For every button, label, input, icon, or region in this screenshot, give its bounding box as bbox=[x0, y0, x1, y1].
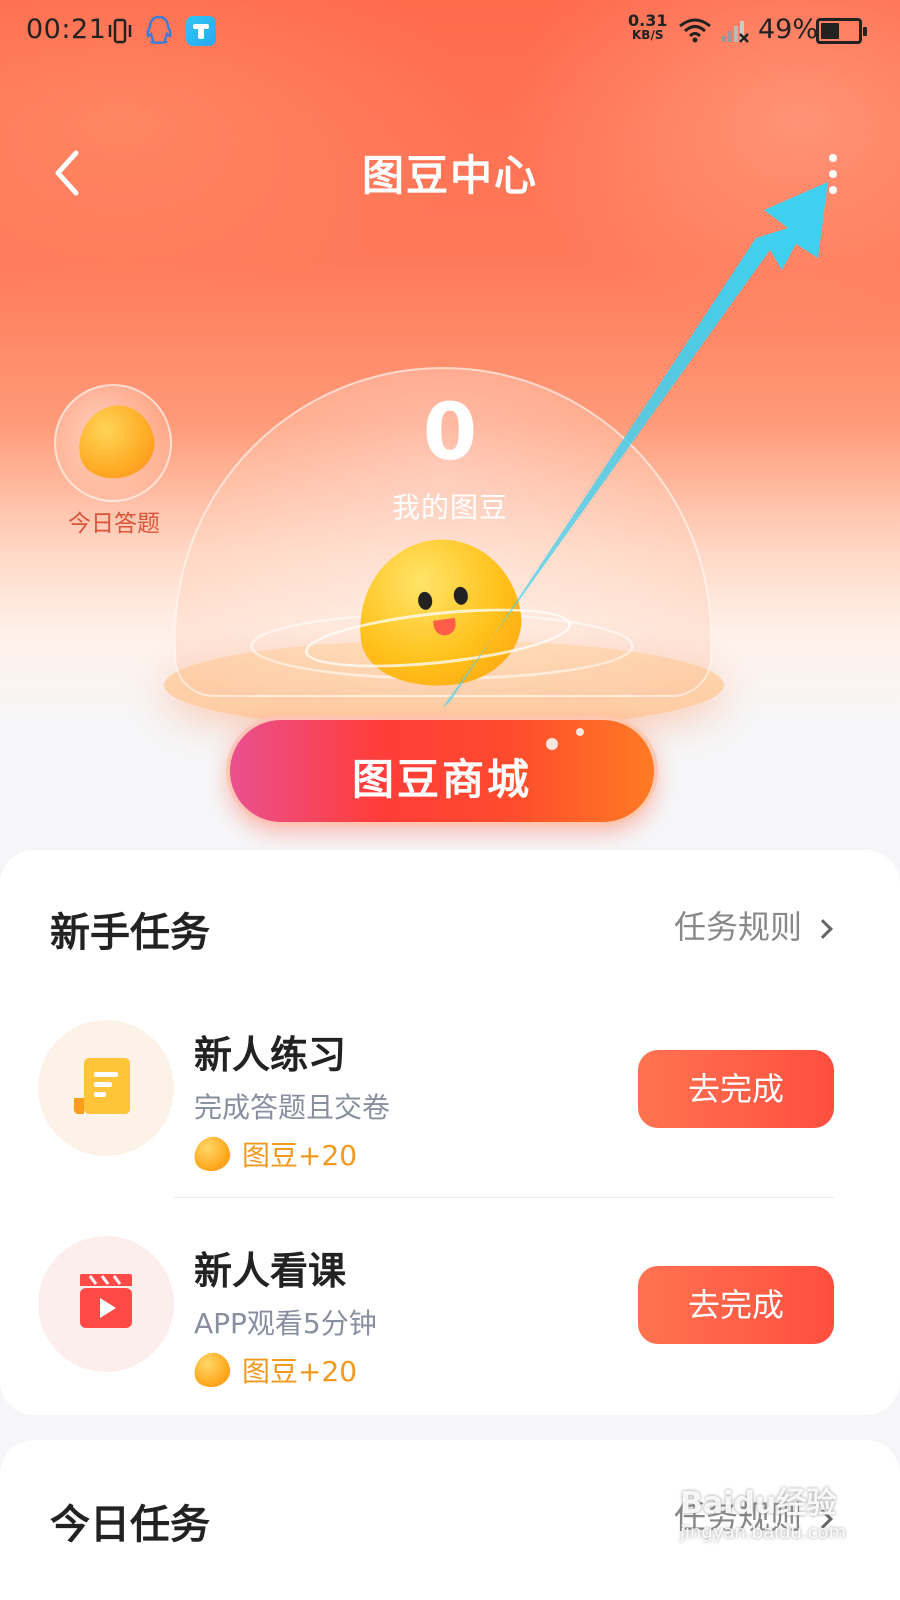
go-complete-button[interactable]: 去完成 bbox=[638, 1050, 834, 1128]
watermark-url: jingyan.baidu.com bbox=[680, 1522, 847, 1543]
go-complete-button[interactable]: 去完成 bbox=[638, 1266, 834, 1344]
network-speed-value: 0.31 bbox=[628, 11, 668, 30]
mascot-eye bbox=[452, 585, 470, 606]
task-divider bbox=[174, 1197, 834, 1198]
bean-count: 0 bbox=[422, 388, 478, 478]
task-reward: 图豆+20 bbox=[191, 1350, 358, 1390]
task-reward-label: 图豆+20 bbox=[242, 1355, 358, 1388]
wifi-icon bbox=[679, 18, 711, 43]
task-icon-container bbox=[38, 1020, 174, 1156]
task-name: 新人看课 bbox=[194, 1249, 347, 1293]
battery-level-fill bbox=[821, 23, 839, 39]
bean-icon bbox=[191, 1134, 233, 1174]
status-bar: 00:21 0.31 KB/S 49% bbox=[0, 0, 900, 64]
network-speed-unit: KB/S bbox=[632, 28, 664, 42]
more-dot-icon bbox=[829, 186, 837, 194]
more-menu-button[interactable] bbox=[818, 150, 848, 198]
daily-tasks-title: 今日任务 bbox=[50, 1502, 210, 1548]
video-clapper-icon bbox=[80, 1274, 132, 1328]
task-row: 新人练习 完成答题且交卷 图豆+20 去完成 bbox=[0, 1020, 900, 1220]
bean-mall-button[interactable]: 图豆商城 bbox=[226, 716, 658, 826]
bean-icon bbox=[191, 1350, 233, 1390]
vibrate-icon bbox=[108, 18, 132, 44]
task-name: 新人练习 bbox=[194, 1033, 347, 1077]
task-icon-container bbox=[38, 1236, 174, 1372]
newbie-tasks-title: 新手任务 bbox=[50, 910, 210, 956]
more-dot-icon bbox=[829, 170, 837, 178]
battery-percent: 49% bbox=[758, 14, 819, 45]
chevron-right-icon bbox=[813, 919, 833, 939]
task-row: 新人看课 APP观看5分钟 图豆+20 去完成 bbox=[0, 1236, 900, 1436]
watermark-brand: Baidu经验 bbox=[680, 1486, 837, 1521]
bean-mall-label: 图豆商城 bbox=[351, 755, 532, 804]
task-rules-label: 任务规则 bbox=[673, 908, 802, 946]
qq-icon bbox=[146, 15, 172, 44]
task-reward-label: 图豆+20 bbox=[242, 1139, 358, 1172]
more-dot-icon bbox=[829, 154, 837, 162]
watermark: Baidu经验 jingyan.baidu.com bbox=[680, 1478, 846, 1543]
signal-icon bbox=[722, 21, 749, 43]
scroll-document-icon bbox=[74, 1058, 130, 1114]
battery-icon bbox=[816, 18, 867, 44]
sparkle-icon bbox=[546, 738, 558, 750]
status-time: 00:21 bbox=[26, 14, 107, 45]
task-description: APP观看5分钟 bbox=[194, 1307, 377, 1340]
network-speed: 0.31 KB/S bbox=[628, 13, 667, 43]
newbie-tasks-card: 新手任务 任务规则 新人练习 完成答题且交卷 图豆+20 去完成 新人看课 AP… bbox=[0, 850, 900, 1415]
app-notification-icon bbox=[186, 16, 216, 46]
task-description: 完成答题且交卷 bbox=[194, 1091, 391, 1124]
sparkle-icon bbox=[576, 728, 584, 736]
task-reward: 图豆+20 bbox=[191, 1134, 358, 1174]
task-rules-link[interactable]: 任务规则 bbox=[673, 902, 833, 948]
bean-count-label: 我的图豆 bbox=[391, 491, 508, 524]
mascot-eye bbox=[416, 590, 434, 611]
page-title: 图豆中心 bbox=[361, 151, 538, 200]
